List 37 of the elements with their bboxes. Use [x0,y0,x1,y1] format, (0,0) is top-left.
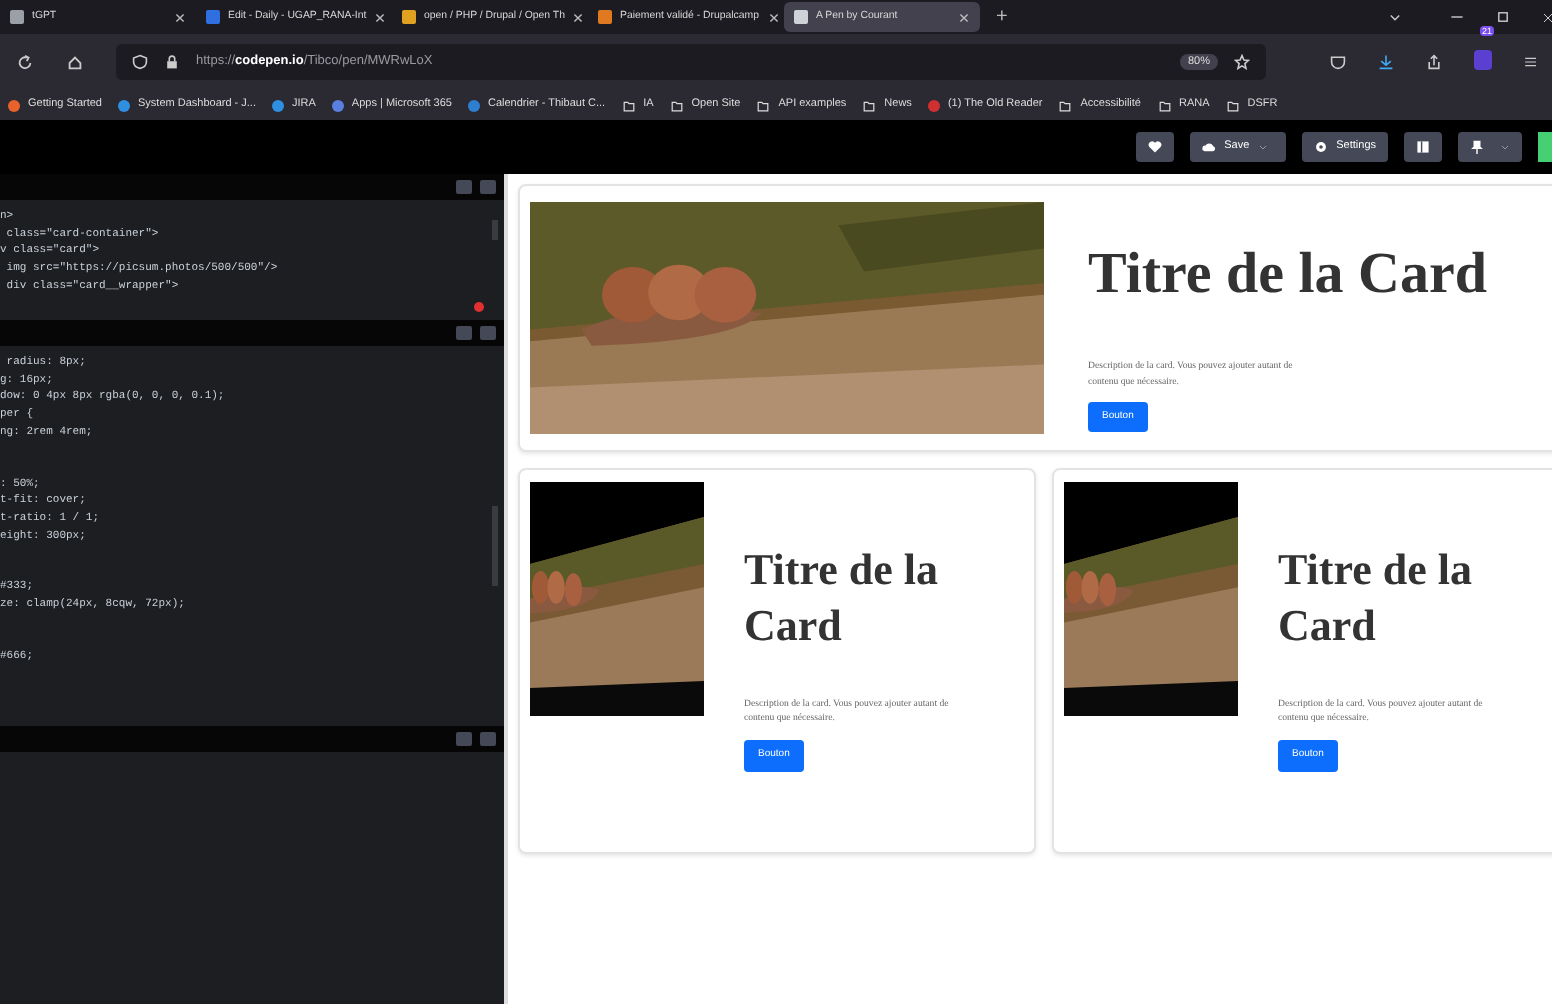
pin-button[interactable] [1458,132,1522,162]
folder-icon [669,99,684,111]
reload-icon[interactable] [16,53,34,71]
chevron-down-icon[interactable] [1388,10,1402,24]
heart-icon [1148,140,1163,154]
download-icon[interactable] [1378,54,1394,70]
folder-icon [1058,99,1073,111]
close-icon[interactable] [1542,10,1552,24]
pin-icon [1470,140,1484,154]
close-icon[interactable] [174,11,186,23]
new-tab-button[interactable]: + [996,2,1008,32]
minimize-icon[interactable] [1450,10,1464,24]
lock-icon [164,54,180,70]
menu-icon[interactable] [1524,54,1536,70]
close-icon[interactable] [572,11,585,23]
card-title: Titre de la Card [744,542,940,654]
folder-icon [862,99,877,111]
star-icon[interactable] [1234,54,1250,70]
card-title: Titre de la Card [1278,542,1474,654]
share-icon[interactable] [1426,54,1442,70]
cloud-icon [1202,140,1217,154]
folder-icon [1225,99,1240,111]
folder-icon [1157,99,1171,111]
close-icon[interactable] [958,11,970,23]
close-icon[interactable] [767,11,779,23]
shield-icon [132,54,148,70]
pocket-icon[interactable] [1330,54,1346,70]
layout-button[interactable] [1404,132,1442,162]
layout-icon [1416,140,1430,154]
close-icon[interactable] [374,11,387,23]
like-button[interactable] [1136,132,1175,162]
home-icon[interactable] [66,53,84,71]
folder-icon [621,99,636,111]
folder-icon [756,99,771,111]
settings-icon [1314,140,1329,154]
maximize-icon[interactable] [1496,10,1510,24]
card-title: Titre de la Card [1088,239,1490,309]
